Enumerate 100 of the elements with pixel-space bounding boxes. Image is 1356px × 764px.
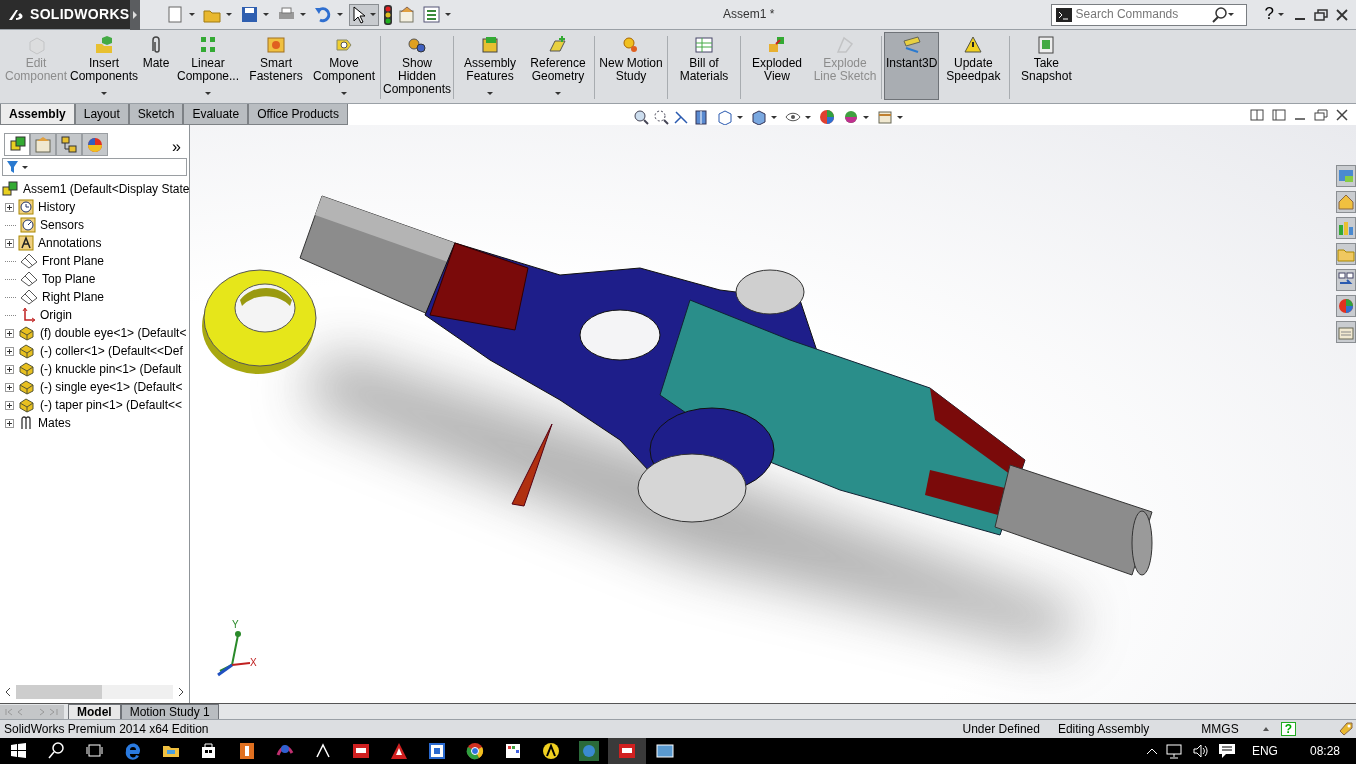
app-icon[interactable]	[427, 741, 447, 761]
app-icon[interactable]	[389, 741, 409, 761]
scroll-right-icon[interactable]	[177, 687, 185, 697]
help-button[interactable]: ?	[1262, 3, 1286, 26]
caret-icon[interactable]	[101, 92, 107, 95]
clock[interactable]: 08:28	[1309, 743, 1340, 759]
expand-toggle[interactable]	[5, 364, 14, 374]
command-tab[interactable]: Sketch	[128, 104, 184, 125]
filter-field[interactable]	[2, 158, 187, 176]
ribbon-button[interactable]: Show Hidden Components	[383, 32, 451, 100]
notification-icon[interactable]	[1217, 743, 1236, 759]
expand-toggle[interactable]	[5, 418, 14, 428]
ribbon-button[interactable]: Update Speedpak	[939, 32, 1008, 100]
caret-icon[interactable]	[189, 13, 195, 16]
select-arrow-icon[interactable]	[352, 5, 366, 24]
search-icon[interactable]	[47, 741, 67, 761]
search-box[interactable]: Search Commands	[1050, 3, 1247, 26]
ribbon-button[interactable]: Instant3D	[884, 32, 940, 100]
caret-icon[interactable]	[896, 115, 903, 119]
ribbon-button[interactable]: Insert Components	[70, 32, 138, 100]
tree-item[interactable]: Front Plane	[42, 253, 105, 269]
list-icon[interactable]	[422, 5, 441, 24]
panel-tab[interactable]	[56, 133, 82, 156]
tree-item[interactable]: Annotations	[38, 235, 102, 251]
caret-icon[interactable]	[300, 13, 306, 16]
zoom-fit-icon[interactable]	[632, 109, 649, 125]
expand-toggle[interactable]	[5, 400, 14, 410]
close-icon[interactable]	[1336, 8, 1348, 21]
ribbon-button[interactable]: New Motion Study	[597, 32, 665, 100]
ribbon-button[interactable]: Mate	[138, 32, 174, 100]
expand-toggle[interactable]	[5, 238, 14, 248]
home-icon[interactable]	[1337, 193, 1355, 211]
ribbon-button[interactable]: Take Snapshot	[1012, 32, 1081, 100]
language-indicator[interactable]: ENG	[1251, 743, 1278, 759]
caret-icon[interactable]	[226, 13, 232, 16]
ribbon-button[interactable]: Linear Compone...	[174, 32, 242, 100]
app-icon[interactable]	[655, 741, 675, 761]
restore-icon[interactable]	[1314, 8, 1328, 21]
tree-item[interactable]: (-) knuckle pin<1> (Default	[40, 361, 182, 377]
tile-horizontal-icon[interactable]	[1250, 109, 1264, 121]
tile-vertical-icon[interactable]	[1272, 109, 1286, 121]
app-icon[interactable]	[503, 741, 523, 761]
model-tab[interactable]: Motion Study 1	[120, 703, 219, 720]
appearance-icon[interactable]	[1337, 297, 1355, 315]
caret-icon[interactable]	[337, 13, 343, 16]
caret-icon[interactable]	[736, 115, 743, 119]
caret-icon[interactable]	[263, 13, 269, 16]
panel-tab[interactable]	[4, 133, 30, 156]
caret-icon[interactable]	[341, 92, 347, 95]
units-button[interactable]: MMGS	[1201, 721, 1239, 737]
caret-icon[interactable]	[370, 13, 376, 16]
tree-item[interactable]: Right Plane	[42, 289, 105, 305]
caret-icon[interactable]	[22, 165, 28, 169]
caret-icon[interactable]	[1227, 13, 1234, 16]
save-icon[interactable]	[240, 5, 259, 24]
more-tabs-button[interactable]: »	[172, 136, 181, 156]
search-icon[interactable]	[1211, 6, 1228, 23]
chevron-up-icon[interactable]	[1145, 747, 1158, 755]
expand-toggle[interactable]	[5, 328, 14, 338]
zoom-area-icon[interactable]	[652, 109, 669, 125]
expand-toggle[interactable]	[5, 382, 14, 392]
caret-icon[interactable]	[862, 115, 869, 119]
caret-icon[interactable]	[205, 92, 211, 95]
command-tab[interactable]: Layout	[74, 104, 129, 125]
tree-item[interactable]: (f) double eye<1> (Default<	[40, 325, 187, 341]
tree-item[interactable]: Sensors	[40, 217, 85, 233]
ribbon-button[interactable]: Bill of Materials	[670, 32, 738, 100]
command-tab[interactable]: Assembly	[0, 104, 75, 125]
restore-icon[interactable]	[1314, 109, 1328, 121]
scrollbar-thumb[interactable]	[16, 685, 103, 699]
caret-icon[interactable]	[445, 13, 451, 16]
caret-icon[interactable]	[804, 115, 811, 119]
app-icon[interactable]	[237, 741, 257, 761]
tree-item[interactable]: (-) single eye<1> (Default<	[40, 379, 183, 395]
ribbon-button[interactable]: Move Component	[310, 32, 378, 100]
tree-item[interactable]: Assem1 (Default<Display State	[23, 181, 190, 197]
appearance-icon[interactable]	[818, 109, 835, 125]
command-tab[interactable]: Office Products	[248, 104, 348, 125]
undo-icon[interactable]	[314, 5, 333, 24]
expand-toggle[interactable]	[5, 346, 14, 356]
caret-icon[interactable]	[487, 92, 493, 95]
rebuild-icon[interactable]	[1338, 721, 1354, 737]
tree-item[interactable]: Origin	[40, 307, 72, 323]
tree-item[interactable]: History	[38, 199, 76, 215]
scene-icon[interactable]	[842, 109, 859, 125]
tree-item[interactable]: Mates	[38, 415, 71, 431]
ribbon-button[interactable]: Assembly Features	[456, 32, 524, 100]
close-icon[interactable]	[1336, 109, 1348, 121]
caret-icon[interactable]	[1278, 13, 1284, 16]
tree-item[interactable]: (-) taper pin<1> (Default<<	[40, 397, 183, 413]
network-icon[interactable]	[1165, 743, 1184, 759]
windows-start-icon[interactable]	[9, 741, 29, 761]
app-icon[interactable]	[617, 741, 637, 761]
scroll-left-icon[interactable]	[4, 687, 12, 697]
tree-item[interactable]: Top Plane	[42, 271, 96, 287]
browser-icon[interactable]	[465, 741, 485, 761]
model-tab[interactable]: Model	[68, 703, 121, 720]
ribbon-button[interactable]: Smart Fasteners	[242, 32, 310, 100]
traffic-light-icon[interactable]	[383, 4, 393, 25]
panel-tab[interactable]	[82, 133, 108, 156]
